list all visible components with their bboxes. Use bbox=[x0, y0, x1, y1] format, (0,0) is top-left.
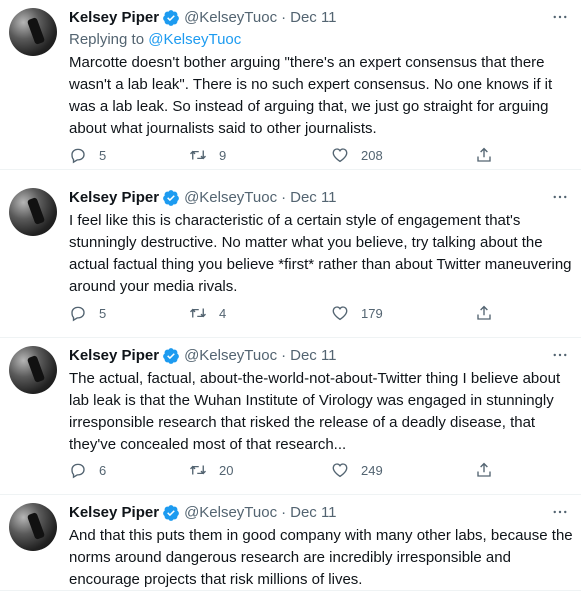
tweet-date[interactable]: Dec 11 bbox=[290, 8, 336, 28]
verified-badge-icon bbox=[163, 348, 179, 364]
separator-dot: · bbox=[281, 504, 287, 521]
tweet-header: Kelsey Piper @KelseyTuoc · Dec 11 bbox=[69, 8, 337, 28]
share-button[interactable] bbox=[475, 461, 493, 479]
avatar[interactable] bbox=[9, 8, 57, 56]
heart-icon bbox=[332, 306, 348, 321]
share-button[interactable] bbox=[475, 146, 493, 164]
reply-icon bbox=[71, 148, 85, 164]
replying-prefix: Replying to bbox=[69, 31, 145, 48]
replying-to: Replying to @KelseyTuoc bbox=[69, 30, 241, 50]
tweet[interactable]: Kelsey Piper @KelseyTuoc · Dec 11 And th… bbox=[0, 495, 581, 591]
share-icon bbox=[477, 147, 491, 162]
tweet-header: Kelsey Piper @KelseyTuoc · Dec 11 bbox=[69, 188, 337, 208]
more-icon[interactable] bbox=[549, 501, 571, 523]
retweet-count: 9 bbox=[219, 147, 227, 163]
like-button[interactable]: 249 bbox=[331, 461, 383, 479]
tweet-header: Kelsey Piper @KelseyTuoc · Dec 11 bbox=[69, 346, 337, 366]
author-name[interactable]: Kelsey Piper bbox=[69, 346, 159, 366]
avatar[interactable] bbox=[9, 188, 57, 236]
tweet-date[interactable]: Dec 11 bbox=[290, 346, 336, 366]
like-count: 179 bbox=[361, 305, 383, 321]
reply-button[interactable]: 5 bbox=[69, 304, 106, 322]
retweet-button[interactable]: 4 bbox=[189, 304, 226, 322]
share-icon bbox=[477, 305, 491, 320]
share-button[interactable] bbox=[475, 304, 493, 322]
like-count: 249 bbox=[361, 462, 383, 478]
more-icon[interactable] bbox=[549, 344, 571, 366]
separator-dot: · bbox=[281, 347, 287, 364]
avatar[interactable] bbox=[9, 346, 57, 394]
tweet-date[interactable]: Dec 11 bbox=[290, 503, 336, 523]
reply-count: 5 bbox=[99, 147, 107, 163]
more-icon[interactable] bbox=[549, 6, 571, 28]
tweet-header: Kelsey Piper @KelseyTuoc · Dec 11 bbox=[69, 503, 337, 523]
tweet-actions: 6 20 249 bbox=[69, 459, 499, 481]
like-button[interactable]: 179 bbox=[331, 304, 383, 322]
reply-icon bbox=[71, 463, 85, 479]
author-handle[interactable]: @KelseyTuoc bbox=[184, 8, 277, 28]
author-name[interactable]: Kelsey Piper bbox=[69, 8, 159, 28]
like-count: 208 bbox=[361, 147, 383, 163]
heart-icon bbox=[332, 463, 348, 478]
reply-button[interactable]: 6 bbox=[69, 461, 106, 479]
tweet[interactable]: Kelsey Piper @KelseyTuoc · Dec 11 The ac… bbox=[0, 338, 581, 495]
verified-badge-icon bbox=[163, 505, 179, 521]
tweet[interactable]: Kelsey Piper @KelseyTuoc · Dec 11 I feel… bbox=[0, 180, 581, 338]
author-name[interactable]: Kelsey Piper bbox=[69, 503, 159, 523]
replying-mention-link[interactable]: @KelseyTuoc bbox=[148, 31, 241, 48]
separator-dot: · bbox=[281, 9, 287, 26]
retweet-count: 4 bbox=[219, 305, 227, 321]
author-handle[interactable]: @KelseyTuoc bbox=[184, 503, 277, 523]
reply-count: 5 bbox=[99, 305, 107, 321]
tweet-actions: 5 9 208 bbox=[69, 144, 499, 166]
like-button[interactable]: 208 bbox=[331, 146, 383, 164]
retweet-icon bbox=[190, 308, 206, 318]
tweet[interactable]: Kelsey Piper @KelseyTuoc · Dec 11 Replyi… bbox=[0, 0, 581, 170]
retweet-icon bbox=[190, 150, 206, 160]
verified-badge-icon bbox=[163, 10, 179, 26]
separator-dot: · bbox=[281, 189, 287, 206]
tweet-text: And that this puts them in good company … bbox=[69, 527, 573, 588]
tweet-text: The actual, factual, about-the-world-not… bbox=[69, 370, 561, 453]
heart-icon bbox=[332, 148, 348, 163]
tweet-date[interactable]: Dec 11 bbox=[290, 188, 336, 208]
reply-button[interactable]: 5 bbox=[69, 146, 106, 164]
share-icon bbox=[477, 462, 491, 477]
avatar[interactable] bbox=[9, 503, 57, 551]
retweet-count: 20 bbox=[219, 462, 234, 478]
tweet-text: Marcotte doesn't bother arguing "there's… bbox=[69, 54, 553, 137]
author-handle[interactable]: @KelseyTuoc bbox=[184, 188, 277, 208]
retweet-icon bbox=[190, 465, 206, 475]
reply-icon bbox=[71, 306, 85, 322]
author-handle[interactable]: @KelseyTuoc bbox=[184, 346, 277, 366]
tweet-text: I feel like this is characteristic of a … bbox=[69, 212, 572, 295]
tweet-actions: 5 4 179 bbox=[69, 302, 499, 324]
verified-badge-icon bbox=[163, 190, 179, 206]
more-icon[interactable] bbox=[549, 186, 571, 208]
reply-count: 6 bbox=[99, 462, 107, 478]
retweet-button[interactable]: 9 bbox=[189, 146, 226, 164]
author-name[interactable]: Kelsey Piper bbox=[69, 188, 159, 208]
retweet-button[interactable]: 20 bbox=[189, 461, 233, 479]
